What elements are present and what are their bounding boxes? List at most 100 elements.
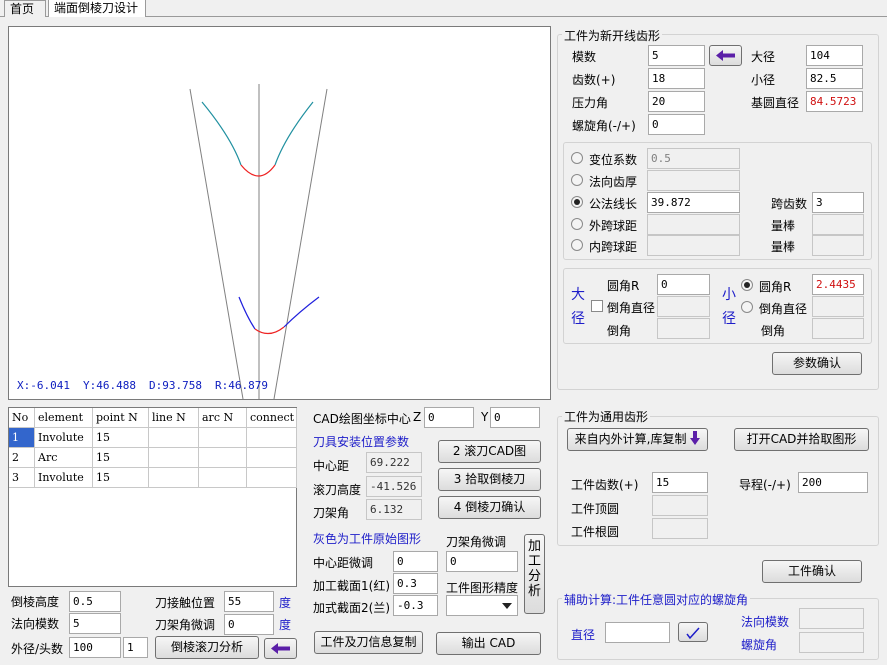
hob-right-edge: [273, 88, 328, 399]
tab-home[interactable]: 首页: [4, 0, 46, 17]
minor-diameter-field[interactable]: 82.5: [806, 68, 863, 89]
starts-field[interactable]: 1: [123, 637, 148, 658]
holder-angle-field: 6.132: [366, 499, 422, 520]
hob-cad-button[interactable]: 2 滚刀CAD图: [438, 440, 541, 463]
precision-select[interactable]: [446, 595, 518, 616]
chamfer-height-field[interactable]: 0.5: [69, 591, 121, 612]
chamfer-diameter-major-field: [657, 296, 710, 317]
major-diameter-field[interactable]: 104: [806, 45, 863, 66]
import-library-button[interactable]: 来自内外计算,库复制: [567, 428, 708, 451]
machining-analysis-button[interactable]: 加工分析: [524, 534, 545, 614]
table-cell[interactable]: Involute: [35, 468, 93, 488]
table-cell[interactable]: 15: [93, 428, 149, 448]
section2-field[interactable]: -0.3: [393, 595, 438, 616]
table-cell[interactable]: 15: [93, 448, 149, 468]
normal-module-field[interactable]: 5: [69, 613, 121, 634]
table-cell[interactable]: Arc: [35, 448, 93, 468]
z-label: Z: [413, 410, 422, 424]
holder-fine-label: 刀架角微调: [446, 535, 507, 549]
open-cad-button[interactable]: 打开CAD并拾取图形: [734, 428, 869, 451]
holder-adjust-field[interactable]: 0: [224, 614, 274, 635]
internal-ball-radio[interactable]: [571, 239, 583, 251]
tooth-profile-drawing: [189, 84, 328, 399]
shift-radio[interactable]: [571, 152, 583, 164]
pressure-angle-field[interactable]: 20: [648, 91, 705, 112]
fillet-r-label: 圆角R: [759, 280, 792, 294]
cad-y-field[interactable]: 0: [490, 407, 540, 428]
helix-angle-field[interactable]: 0: [648, 114, 705, 135]
span-length-label: 公法线长: [589, 197, 638, 211]
export-cad-button[interactable]: 输出 CAD: [436, 632, 541, 655]
chamfer-major-field: [657, 318, 710, 339]
base-diameter-label: 基圆直径: [751, 96, 800, 110]
base-diameter-field: 84.5723: [806, 91, 863, 112]
coord-x: X:-6.041: [17, 379, 70, 392]
center-adjust-field[interactable]: 0: [393, 551, 438, 572]
import-library-label: 来自内外计算,库复制: [574, 432, 687, 446]
table-cell[interactable]: [199, 448, 247, 468]
lead-field[interactable]: 200: [798, 472, 868, 493]
copy-info-button[interactable]: 工件及刀信息复制: [314, 631, 423, 654]
aux-helix-label: 螺旋角: [741, 638, 778, 652]
coord-d: D:93.758: [149, 379, 202, 392]
chamfer-label: 倒角: [761, 324, 786, 338]
workpiece-confirm-button[interactable]: 工件确认: [762, 560, 862, 583]
fillet-r-major-field[interactable]: 0: [657, 274, 710, 295]
internal-ball-field: [647, 235, 740, 256]
major-side-label: 大径: [571, 287, 585, 327]
chamfer-minor-radio[interactable]: [741, 301, 753, 313]
holder-angle-label: 刀架角: [313, 506, 350, 520]
external-ball-radio[interactable]: [571, 218, 583, 230]
workpiece-teeth-field[interactable]: 15: [652, 472, 708, 493]
chamfer-major-checkbox[interactable]: [591, 300, 603, 312]
drawing-canvas[interactable]: X:-6.041 Y:46.488 D:93.758 R:46.879: [8, 26, 551, 400]
span-teeth-field[interactable]: 3: [812, 192, 864, 213]
confirm-chamfer-tool-button[interactable]: 4 倒棱刀确认: [438, 496, 541, 519]
normal-thickness-radio[interactable]: [571, 174, 583, 186]
param-confirm-button[interactable]: 参数确认: [772, 352, 862, 375]
hob-analysis-button[interactable]: 倒棱滚刀分析: [155, 636, 259, 659]
tab-bar: 首页 端面倒棱刀设计: [0, 0, 887, 17]
element-table[interactable]: No element point N line N arc N connect …: [8, 407, 297, 587]
aux-calc-button[interactable]: [678, 622, 708, 642]
normal-module-label: 法向模数: [11, 617, 60, 631]
aux-diameter-field[interactable]: [605, 622, 670, 643]
span-length-radio[interactable]: [571, 196, 583, 208]
section1-field[interactable]: 0.3: [393, 573, 438, 594]
table-cell[interactable]: [149, 448, 199, 468]
holder-fine-field[interactable]: 0: [446, 551, 518, 572]
involute-group-title: 工件为新开线齿形: [562, 27, 663, 44]
table-cell[interactable]: 2: [9, 448, 35, 468]
table-cell[interactable]: [247, 448, 297, 468]
module-field[interactable]: 5: [648, 45, 705, 66]
holder-position-field[interactable]: 55: [224, 591, 274, 612]
table-cell[interactable]: Involute: [35, 428, 93, 448]
apply-module-button[interactable]: [709, 45, 742, 66]
fillet-r-minor-field[interactable]: 2.4435: [812, 274, 864, 295]
hob-left-edge: [189, 88, 244, 399]
chamfer-diameter-minor-field: [812, 296, 864, 317]
section1-label: 加工截面1(红): [313, 579, 390, 593]
cad-z-field[interactable]: 0: [424, 407, 474, 428]
degree-unit: 度: [279, 618, 292, 632]
outer-diameter-field[interactable]: 100: [69, 637, 121, 658]
back-arrow-button[interactable]: [264, 638, 297, 659]
table-cell[interactable]: 1: [9, 428, 35, 448]
teeth-field[interactable]: 18: [648, 68, 705, 89]
chevron-down-icon: [502, 603, 512, 609]
pick-chamfer-tool-button[interactable]: 3 拾取倒棱刀: [438, 468, 541, 491]
tab-chamfer-design[interactable]: 端面倒棱刀设计: [48, 0, 146, 17]
normal-thickness-field: [647, 170, 740, 191]
table-cell[interactable]: 15: [93, 468, 149, 488]
table-cell[interactable]: [149, 428, 199, 448]
fillet-minor-radio[interactable]: [741, 279, 753, 291]
workpiece-teeth-label: 工件齿数(+): [571, 478, 639, 492]
section2-label: 加式截面2(兰): [313, 601, 390, 615]
table-cell[interactable]: 3: [9, 468, 35, 488]
table-cell[interactable]: [199, 428, 247, 448]
table-cell[interactable]: [149, 468, 199, 488]
table-cell[interactable]: [199, 468, 247, 488]
table-cell[interactable]: [247, 468, 297, 488]
table-cell[interactable]: [247, 428, 297, 448]
span-length-field[interactable]: 39.872: [647, 192, 740, 213]
